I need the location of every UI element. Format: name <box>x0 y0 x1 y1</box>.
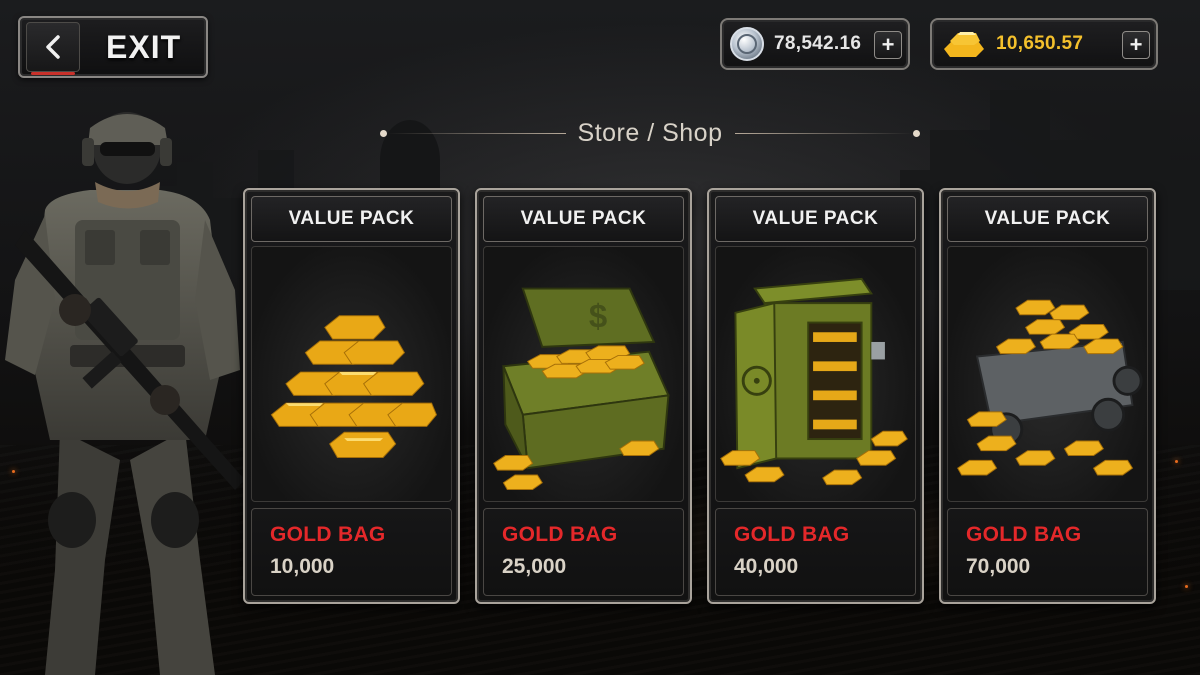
pack-card-footer: GOLD BAG 70,000 <box>947 508 1148 596</box>
title-divider-right <box>734 132 914 134</box>
add-silver-button[interactable]: + <box>874 31 902 59</box>
back-arrow-icon[interactable] <box>26 22 80 75</box>
pack-card-header: VALUE PACK <box>483 196 684 242</box>
exit-label: EXIT <box>106 28 182 65</box>
title-ornament-left <box>380 129 387 137</box>
svg-text:$: $ <box>589 297 607 334</box>
pack-amount: 40,000 <box>734 555 799 578</box>
pack-name: GOLD BAG <box>734 523 850 546</box>
gold-ammo-crate-image: $ <box>483 246 684 502</box>
silver-currency-value: 78,542.16 <box>774 33 862 54</box>
pack-card-header: VALUE PACK <box>251 196 452 242</box>
pack-card-header: VALUE PACK <box>947 196 1148 242</box>
pack-card-3[interactable]: VALUE PACK GOLD BAG 40,000 <box>707 188 924 604</box>
pack-card-footer: GOLD BAG 10,000 <box>251 508 452 596</box>
pack-card-2[interactable]: VALUE PACK $ GOLD BAG 25,000 <box>475 188 692 604</box>
pack-name: GOLD BAG <box>270 523 386 546</box>
page-title: Store / Shop <box>577 118 723 147</box>
gold-safe-image <box>715 246 916 502</box>
silver-coin-icon <box>730 27 764 61</box>
pack-header-label: VALUE PACK <box>984 208 1111 229</box>
gold-bar-icon <box>944 32 984 57</box>
gold-mine-cart-image <box>947 246 1148 502</box>
pack-header-label: VALUE PACK <box>288 208 415 229</box>
pack-card-4[interactable]: VALUE PACK GOLD BAG 70,000 <box>939 188 1156 604</box>
exit-button[interactable]: EXIT <box>18 16 208 78</box>
add-gold-button[interactable]: + <box>1122 31 1150 59</box>
title-divider-left <box>387 132 566 134</box>
title-ornament-right <box>913 129 921 137</box>
store-title-banner: Store / Shop <box>380 116 921 150</box>
pack-amount: 70,000 <box>966 555 1031 578</box>
pack-header-label: VALUE PACK <box>752 208 879 229</box>
pack-name: GOLD BAG <box>966 523 1082 546</box>
pack-header-label: VALUE PACK <box>520 208 647 229</box>
pack-card-header: VALUE PACK <box>715 196 916 242</box>
gold-currency-display: 10,650.57 + <box>930 18 1158 70</box>
gold-bar-stack-image <box>251 246 452 502</box>
pack-card-1[interactable]: VALUE PACK GOLD BAG 10,000 <box>243 188 460 604</box>
pack-card-footer: GOLD BAG 40,000 <box>715 508 916 596</box>
pack-name: GOLD BAG <box>502 523 618 546</box>
pack-amount: 25,000 <box>502 555 567 578</box>
pack-card-footer: GOLD BAG 25,000 <box>483 508 684 596</box>
pack-amount: 10,000 <box>270 555 335 578</box>
gold-currency-value: 10,650.57 <box>996 33 1084 54</box>
silver-currency-display: 78,542.16 + <box>720 18 910 70</box>
soldier-character-illustration <box>5 112 245 675</box>
